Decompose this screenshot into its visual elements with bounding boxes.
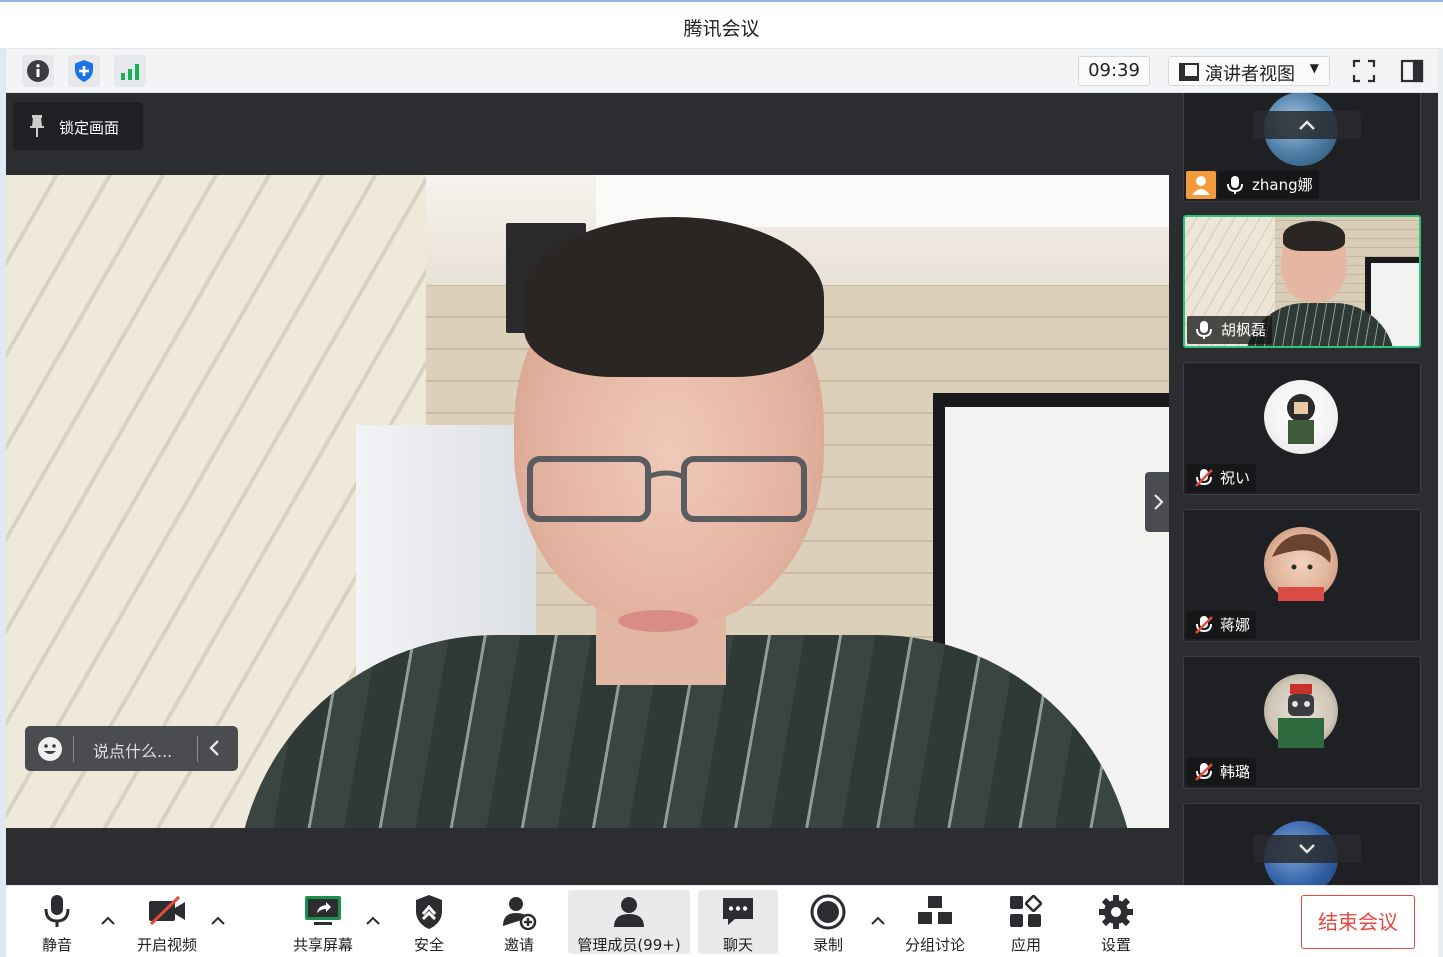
mute-options-chevron-icon[interactable]	[100, 914, 116, 926]
participant-name-tag: 韩璐	[1186, 758, 1257, 786]
add-user-icon	[501, 894, 537, 934]
chat-button[interactable]: 聊天	[698, 890, 778, 954]
record-options-chevron-icon[interactable]	[870, 914, 886, 926]
emoji-icon[interactable]	[37, 736, 63, 766]
layout-icon	[1179, 63, 1199, 86]
participant-panel: zhang娜 胡枫磊 祝い 蒋娜 韩璐	[1169, 93, 1438, 885]
title-bar: 腾讯会议	[0, 0, 1443, 48]
signal-icon[interactable]	[114, 55, 146, 87]
microphone-muted-icon	[1195, 616, 1213, 634]
participant-tile[interactable]: zhang娜	[1183, 93, 1421, 202]
share-screen-button[interactable]: 共享屏幕	[284, 890, 362, 954]
chevron-right-icon	[1154, 494, 1164, 510]
security-button[interactable]: 安全	[398, 890, 460, 954]
quick-chat-input[interactable]: 说点什么...	[25, 726, 238, 771]
participant-name-tag: 胡枫磊	[1187, 316, 1273, 344]
record-icon	[810, 894, 846, 934]
breakout-icon	[917, 894, 953, 932]
sidebar-layout-icon[interactable]	[1396, 55, 1428, 87]
chevron-down-icon: ▼	[1309, 61, 1319, 75]
invite-button[interactable]: 邀请	[488, 890, 550, 954]
lock-view-label: 锁定画面	[59, 119, 120, 137]
participant-name-tag: 祝い	[1186, 464, 1257, 492]
meeting-timer: 09:39	[1078, 56, 1150, 86]
window-scrollbar[interactable]	[1438, 48, 1443, 957]
mute-button[interactable]: 静音	[22, 890, 92, 954]
apps-icon	[1008, 894, 1044, 934]
manage-members-button[interactable]: 管理成员(99+)	[568, 890, 690, 954]
main-stage: 锁定画面 说点什么...	[6, 93, 1169, 885]
participant-tile[interactable]: 祝い	[1183, 362, 1421, 495]
chevron-up-icon	[1299, 120, 1315, 130]
apps-button[interactable]: 应用	[996, 890, 1056, 954]
record-button[interactable]: 录制	[798, 890, 858, 954]
chevron-down-icon	[1299, 844, 1315, 854]
top-toolbar: 09:39 演讲者视图 ▼	[6, 48, 1438, 93]
glasses-graphic	[527, 456, 807, 522]
scroll-up-button[interactable]	[1253, 111, 1361, 139]
members-icon	[611, 894, 647, 934]
microphone-icon	[1227, 176, 1243, 194]
chevron-left-icon[interactable]	[208, 738, 222, 762]
pin-icon	[29, 115, 45, 141]
video-off-icon	[147, 894, 187, 932]
participant-tile-active[interactable]: 胡枫磊	[1183, 215, 1421, 348]
scroll-down-button[interactable]	[1253, 835, 1361, 863]
video-options-chevron-icon[interactable]	[210, 914, 226, 926]
breakout-rooms-button[interactable]: 分组讨论	[898, 890, 972, 954]
bottom-control-bar: 静音 开启视频 共享屏幕 安全 邀请 管理成员(99+) 聊天 录制 分组讨论 …	[6, 885, 1438, 957]
microphone-icon	[42, 894, 72, 934]
share-screen-icon	[304, 894, 342, 932]
avatar	[1264, 674, 1338, 748]
security-shield-icon	[414, 894, 444, 934]
end-meeting-button[interactable]: 结束会议	[1301, 895, 1415, 949]
fullscreen-icon[interactable]	[1348, 55, 1380, 87]
microphone-muted-icon	[1195, 469, 1213, 487]
meeting-window: 腾讯会议 09:39 演讲者视图 ▼ 锁定画面 说点什么... zhang娜 胡…	[0, 0, 1443, 957]
avatar	[1264, 527, 1338, 601]
participant-tile[interactable]: 蒋娜	[1183, 509, 1421, 642]
view-mode-label: 演讲者视图	[1205, 64, 1295, 85]
chat-bubble-icon	[721, 894, 755, 932]
participant-name-tag: 蒋娜	[1186, 611, 1257, 639]
view-mode-dropdown[interactable]: 演讲者视图 ▼	[1168, 56, 1330, 86]
shield-icon[interactable]	[68, 55, 100, 87]
microphone-muted-icon	[1195, 763, 1213, 781]
collapse-panel-button[interactable]	[1145, 472, 1171, 532]
participant-name-tag: zhang娜	[1218, 171, 1319, 199]
window-title: 腾讯会议	[683, 18, 760, 40]
lock-view-button[interactable]: 锁定画面	[13, 102, 143, 150]
share-options-chevron-icon[interactable]	[365, 914, 381, 926]
chat-placeholder: 说点什么...	[93, 742, 173, 761]
participant-tile[interactable]: 韩璐	[1183, 656, 1421, 789]
settings-button[interactable]: 设置	[1086, 890, 1146, 954]
gear-icon	[1098, 894, 1134, 934]
info-icon[interactable]	[22, 55, 54, 87]
host-icon	[1186, 171, 1216, 199]
microphone-icon	[1196, 321, 1212, 339]
start-video-button[interactable]: 开启视频	[128, 890, 206, 954]
avatar	[1264, 380, 1338, 454]
